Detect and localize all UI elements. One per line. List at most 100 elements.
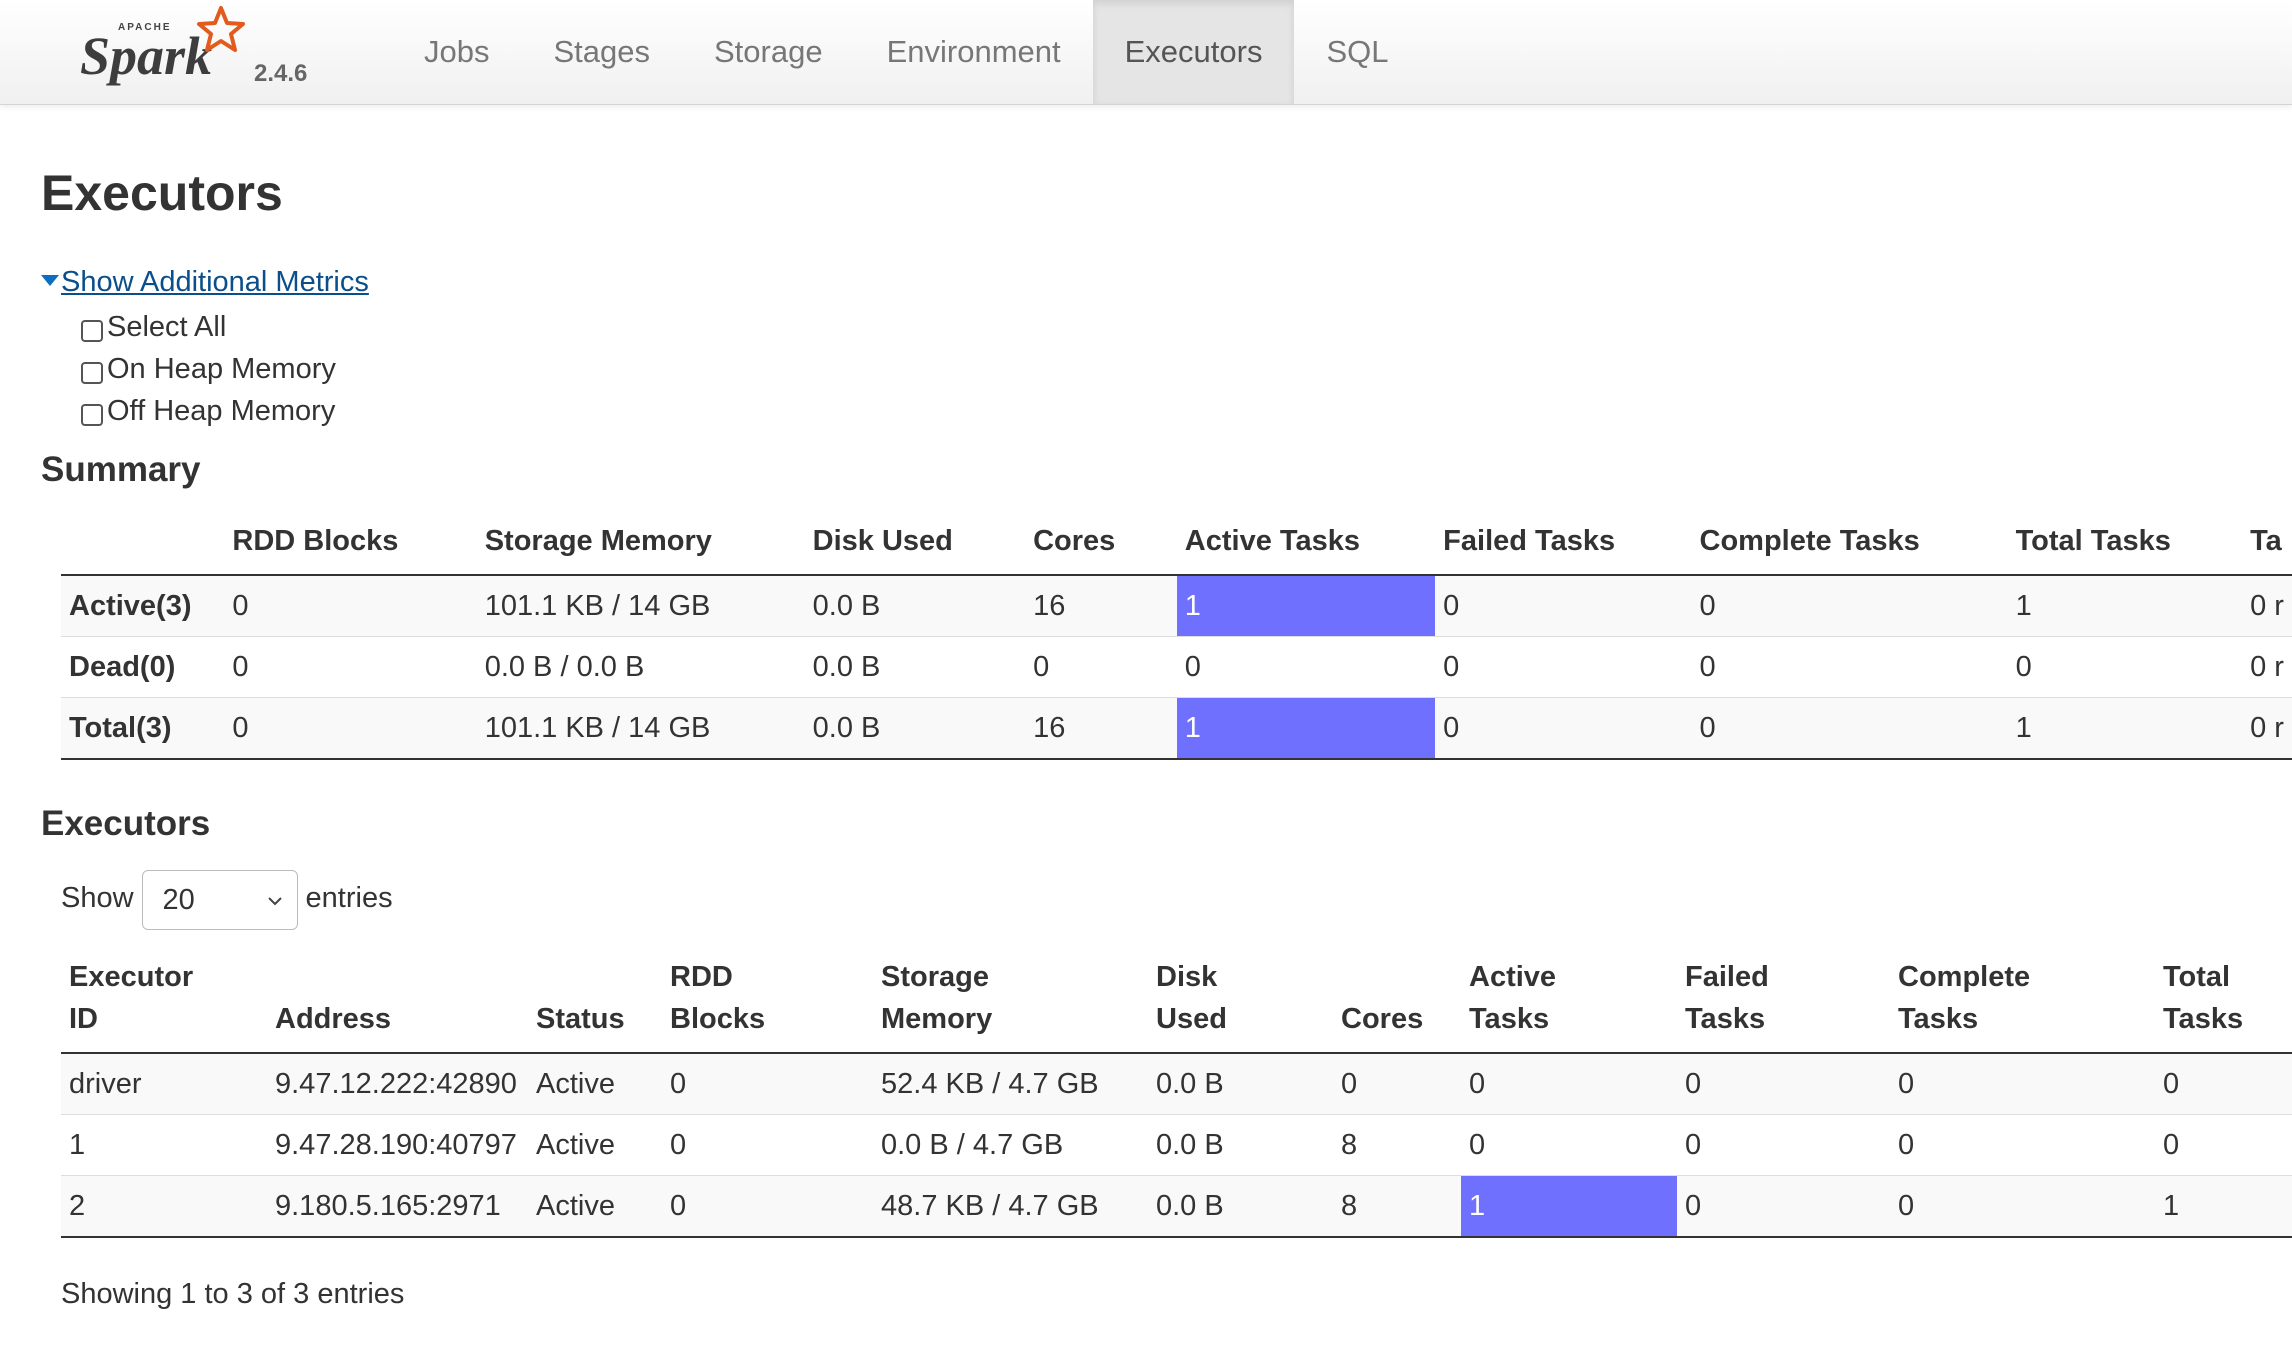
- col-label-line1: RDD: [670, 961, 733, 993]
- total-tasks-cell: 0: [2155, 1114, 2292, 1176]
- option-select-all[interactable]: Select All: [81, 306, 336, 348]
- metrics-options: Select All On Heap Memory Off Heap Memor…: [81, 306, 336, 432]
- col-label-line2: Blocks: [670, 1003, 766, 1035]
- col-disk-used[interactable]: Disk Used: [1148, 956, 1333, 1054]
- option-on-heap-memory[interactable]: On Heap Memory: [81, 348, 336, 390]
- select-all-checkbox[interactable]: [81, 320, 103, 342]
- disk-used-cell: 0.0 B: [804, 697, 1026, 760]
- on-heap-memory-checkbox[interactable]: [81, 362, 103, 384]
- tab-stages[interactable]: Stages: [521, 0, 682, 104]
- complete-tasks-cell: 0: [1890, 1175, 2155, 1238]
- col-total-tasks[interactable]: Total Tasks: [2155, 956, 2292, 1054]
- col-rdd-blocks[interactable]: RDD Blocks: [662, 956, 873, 1054]
- col-status[interactable]: Status: [528, 956, 662, 1054]
- address-cell: 9.180.5.165:2971: [267, 1175, 528, 1238]
- col-label-line1: Executor: [69, 961, 194, 993]
- tab-environment[interactable]: Environment: [855, 0, 1093, 104]
- truncated-cell: 0 r: [2242, 697, 2292, 760]
- status-cell: Active: [528, 1053, 662, 1115]
- executor-id-cell: 1: [61, 1114, 267, 1176]
- storage-memory-cell: 0.0 B / 4.7 GB: [873, 1114, 1148, 1176]
- active-tasks-cell: 1: [1461, 1175, 1677, 1238]
- total-tasks-cell: 0: [2007, 636, 2243, 698]
- active-tasks-cell: 0: [1176, 636, 1436, 698]
- col-label-line1: Complete: [1898, 961, 2031, 993]
- rdd-blocks-cell: 0: [662, 1175, 873, 1238]
- failed-tasks-cell: 0: [1677, 1053, 1890, 1115]
- summary-col-disk-used[interactable]: Disk Used: [804, 520, 1026, 576]
- summary-header-row: RDD Blocks Storage Memory Disk Used Core…: [61, 520, 2292, 576]
- page-length-value: 20: [162, 883, 195, 916]
- complete-tasks-cell: 0: [1691, 636, 2008, 698]
- summary-col-truncated[interactable]: Ta: [2242, 520, 2292, 576]
- nav-tabs: Jobs Stages Storage Environment Executor…: [392, 0, 1420, 104]
- col-failed-tasks[interactable]: Failed Tasks: [1677, 956, 1890, 1054]
- active-tasks-cell: 1: [1176, 697, 1436, 760]
- version-label: 2.4.6: [254, 60, 308, 87]
- caret-down-icon: [41, 274, 59, 286]
- executor-row: driver 9.47.12.222:42890 Active 0 52.4 K…: [61, 1053, 2292, 1115]
- rdd-blocks-cell: 0: [224, 636, 477, 698]
- summary-col-failed-tasks[interactable]: Failed Tasks: [1435, 520, 1692, 576]
- summary-col-storage-memory[interactable]: Storage Memory: [476, 520, 805, 576]
- col-cores[interactable]: Cores: [1333, 956, 1461, 1054]
- summary-col-rdd-blocks[interactable]: RDD Blocks: [224, 520, 477, 576]
- show-additional-metrics-label: Show Additional Metrics: [61, 266, 369, 298]
- summary-table: RDD Blocks Storage Memory Disk Used Core…: [61, 520, 2292, 760]
- cores-cell: 0: [1025, 636, 1177, 698]
- page-length-select[interactable]: 20: [141, 870, 298, 930]
- summary-row-label: Total(3): [61, 697, 225, 760]
- tab-executors[interactable]: Executors: [1092, 0, 1295, 104]
- rdd-blocks-cell: 0: [662, 1114, 873, 1176]
- tab-jobs[interactable]: Jobs: [392, 0, 521, 104]
- col-executor-id[interactable]: Executor ID: [61, 956, 267, 1054]
- summary-row-label: Active(3): [61, 575, 225, 637]
- storage-memory-cell: 101.1 KB / 14 GB: [476, 697, 805, 760]
- cores-cell: 0: [1333, 1053, 1461, 1115]
- page-title: Executors: [41, 165, 283, 221]
- col-label-line2: Used: [1156, 1003, 1227, 1035]
- on-heap-memory-label: On Heap Memory: [107, 352, 336, 385]
- executor-id-cell: driver: [61, 1053, 267, 1115]
- disk-used-cell: 0.0 B: [1148, 1053, 1333, 1115]
- option-off-heap-memory[interactable]: Off Heap Memory: [81, 390, 336, 432]
- rdd-blocks-cell: 0: [662, 1053, 873, 1115]
- summary-col-total-tasks[interactable]: Total Tasks: [2007, 520, 2243, 576]
- summary-col-active-tasks[interactable]: Active Tasks: [1176, 520, 1436, 576]
- col-label-line2: Status: [536, 1003, 625, 1035]
- logo-spark-text: Spark: [80, 26, 212, 86]
- col-complete-tasks[interactable]: Complete Tasks: [1890, 956, 2155, 1054]
- col-label-line1: Storage: [881, 961, 989, 993]
- cores-cell: 8: [1333, 1175, 1461, 1238]
- col-label-line2: Cores: [1341, 1003, 1424, 1035]
- status-cell: Active: [528, 1175, 662, 1238]
- summary-col-cores[interactable]: Cores: [1025, 520, 1177, 576]
- col-active-tasks[interactable]: Active Tasks: [1461, 956, 1677, 1054]
- tab-storage[interactable]: Storage: [682, 0, 855, 104]
- chevron-down-icon: [267, 897, 282, 906]
- total-tasks-cell: 1: [2007, 697, 2243, 760]
- col-label-line1: Active: [1469, 961, 1557, 993]
- address-cell: 9.47.28.190:40797: [267, 1114, 528, 1176]
- tab-sql[interactable]: SQL: [1294, 0, 1420, 104]
- col-label-line2: Memory: [881, 1003, 993, 1035]
- active-tasks-cell: 1: [1176, 575, 1436, 637]
- executor-id-cell: 2: [61, 1175, 267, 1238]
- summary-row-active: Active(3) 0 101.1 KB / 14 GB 0.0 B 16 1 …: [61, 575, 2292, 637]
- show-additional-metrics-link[interactable]: Show Additional Metrics: [41, 266, 369, 299]
- active-tasks-cell: 0: [1461, 1114, 1677, 1176]
- executor-row: 1 9.47.28.190:40797 Active 0 0.0 B / 4.7…: [61, 1114, 2292, 1176]
- executors-heading: Executors: [41, 804, 211, 843]
- col-storage-memory[interactable]: Storage Memory: [873, 956, 1148, 1054]
- disk-used-cell: 0.0 B: [804, 636, 1026, 698]
- off-heap-memory-checkbox[interactable]: [81, 404, 103, 426]
- summary-col-complete-tasks[interactable]: Complete Tasks: [1691, 520, 2008, 576]
- col-address[interactable]: Address: [267, 956, 528, 1054]
- address-cell: 9.47.12.222:42890: [267, 1053, 528, 1115]
- executors-table: Executor ID Address Status RDD Blocks Stor…: [61, 956, 2292, 1238]
- executor-row: 2 9.180.5.165:2971 Active 0 48.7 KB / 4.…: [61, 1175, 2292, 1238]
- storage-memory-cell: 0.0 B / 0.0 B: [476, 636, 805, 698]
- executors-header-row: Executor ID Address Status RDD Blocks Stor…: [61, 956, 2292, 1054]
- col-label-line2: Tasks: [1898, 1003, 1979, 1035]
- col-label-line2: Tasks: [1685, 1003, 1766, 1035]
